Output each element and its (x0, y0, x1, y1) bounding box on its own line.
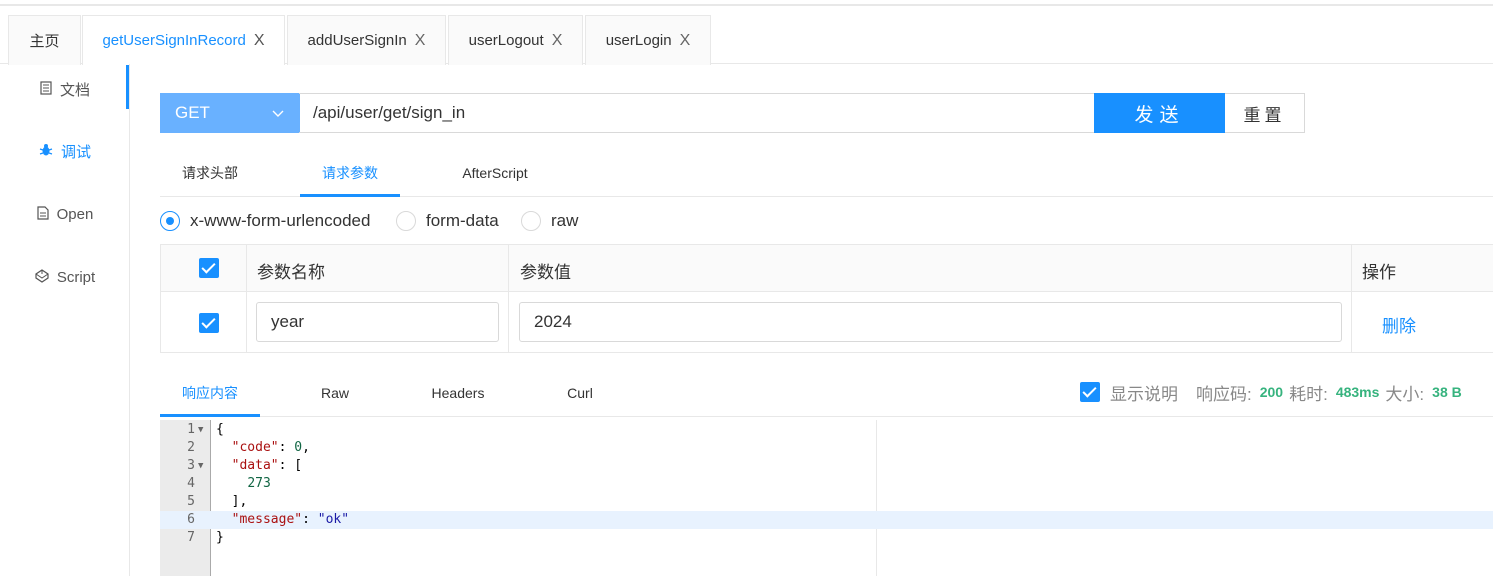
tab-after-script[interactable]: AfterScript (445, 150, 545, 196)
status-value: 200 (1259, 384, 1284, 400)
reset-button[interactable]: 重置 (1225, 93, 1305, 133)
close-icon[interactable]: X (552, 32, 563, 50)
tab-response-raw[interactable]: Raw (285, 370, 385, 416)
header-action: 操作 (1362, 263, 1396, 282)
param-name-input[interactable]: year (256, 302, 499, 342)
code-line-active: 6 "message": "ok" (160, 511, 1493, 529)
sidebar-item-script[interactable]: Script (0, 266, 130, 288)
sidebar-item-debug[interactable]: 调试 (0, 140, 130, 162)
tab-label: getUserSignInRecord (102, 32, 246, 49)
tab-response-content[interactable]: 响应内容 (160, 370, 260, 416)
tab-response-curl[interactable]: Curl (530, 370, 630, 416)
fold-arrow-icon[interactable]: ▼ (198, 421, 203, 439)
close-icon[interactable]: X (254, 32, 265, 50)
code-line: 5 ], (187, 494, 248, 509)
chevron-down-icon (271, 103, 285, 126)
radio-label: form-data (426, 211, 499, 230)
close-icon[interactable]: X (415, 32, 426, 50)
radio-label: raw (551, 211, 579, 230)
sidebar-item-label: Script (56, 268, 96, 286)
bug-icon (39, 143, 53, 160)
send-button[interactable]: 发送 (1094, 93, 1225, 133)
tab-user-logout[interactable]: userLogout X (448, 15, 583, 65)
sidebar-item-docs[interactable]: 文档 (0, 78, 130, 100)
tab-request-headers[interactable]: 请求头部 (160, 150, 260, 196)
params-table: 参数名称 参数值 操作 year 2024 删除 (160, 244, 1493, 353)
show-desc-checkbox[interactable] (1080, 382, 1100, 402)
radio-dot (521, 211, 541, 231)
code-line: 3 ▼ "data": [ (187, 457, 303, 475)
response-info: 显示说明 响应码: 200 耗时: 483ms 大小: 38 B (1080, 380, 1468, 404)
sidebar-item-open[interactable]: Open (0, 203, 130, 225)
tab-user-login[interactable]: userLogin X (585, 15, 711, 65)
table-header (161, 245, 1493, 292)
code-line: 1 ▼ { (187, 421, 224, 439)
tab-label: userLogin (605, 32, 672, 49)
response-editor[interactable]: 1 ▼ { 2 "code": 0, 3 ▼ "data": [ 4 273 5… (160, 420, 1493, 576)
status-label: 响应码: (1196, 384, 1252, 404)
size-value: 38 B (1432, 384, 1462, 400)
radio-form-data[interactable]: form-data (396, 209, 499, 233)
tab-response-headers[interactable]: Headers (408, 370, 508, 416)
tab-add-user-sign-in[interactable]: addUserSignIn X (287, 15, 446, 65)
time-value: 483ms (1335, 384, 1380, 400)
radio-raw[interactable]: raw (521, 209, 578, 233)
url-input[interactable]: /api/user/get/sign_in (299, 93, 1095, 133)
row-checkbox[interactable] (199, 313, 219, 333)
sidebar-active-indicator (126, 65, 129, 109)
header-param-name: 参数名称 (257, 263, 325, 282)
param-value-input[interactable]: 2024 (519, 302, 1342, 342)
document-icon (40, 80, 52, 98)
time-label: 耗时: (1289, 384, 1328, 404)
sidebar-item-label: 文档 (59, 81, 90, 99)
active-tab-indicator (160, 414, 260, 417)
tab-home[interactable]: 主页 (8, 15, 81, 65)
delete-param-link[interactable]: 删除 (1382, 312, 1416, 337)
header-param-value: 参数值 (520, 263, 571, 282)
radio-label: x-www-form-urlencoded (190, 211, 371, 230)
close-icon[interactable]: X (680, 32, 691, 50)
sidebar-item-label: Open (56, 205, 94, 223)
fold-arrow-icon[interactable]: ▼ (198, 457, 203, 475)
radio-dot (396, 211, 416, 231)
method-select[interactable]: GET (160, 93, 300, 133)
sidebar-item-label: 调试 (60, 143, 91, 161)
tab-label: 主页 (29, 33, 60, 50)
size-label: 大小: (1385, 384, 1425, 404)
tab-get-user-sign-in-record[interactable]: getUserSignInRecord X (82, 15, 285, 65)
active-tab-indicator (300, 194, 400, 197)
radio-x-www-form-urlencoded[interactable]: x-www-form-urlencoded (160, 209, 370, 233)
radio-dot (160, 211, 180, 231)
request-tabs: 请求头部 请求参数 AfterScript (160, 150, 1493, 197)
tab-label: addUserSignIn (307, 32, 407, 49)
code-line: 2 "code": 0, (187, 440, 310, 455)
select-all-checkbox[interactable] (199, 258, 219, 278)
tab-bar: 主页 getUserSignInRecord X addUserSignIn X… (0, 6, 1493, 65)
method-value: GET (175, 103, 210, 122)
sidebar: 文档 调试 Open Script (0, 64, 130, 576)
tab-request-params[interactable]: 请求参数 (300, 150, 400, 196)
file-icon (37, 205, 49, 223)
code-line: 7 } (187, 530, 224, 545)
tab-label: userLogout (468, 32, 544, 49)
show-desc-label[interactable]: 显示说明 (1110, 380, 1178, 405)
codepen-icon (35, 268, 49, 286)
code-line: 4 273 (187, 476, 271, 491)
